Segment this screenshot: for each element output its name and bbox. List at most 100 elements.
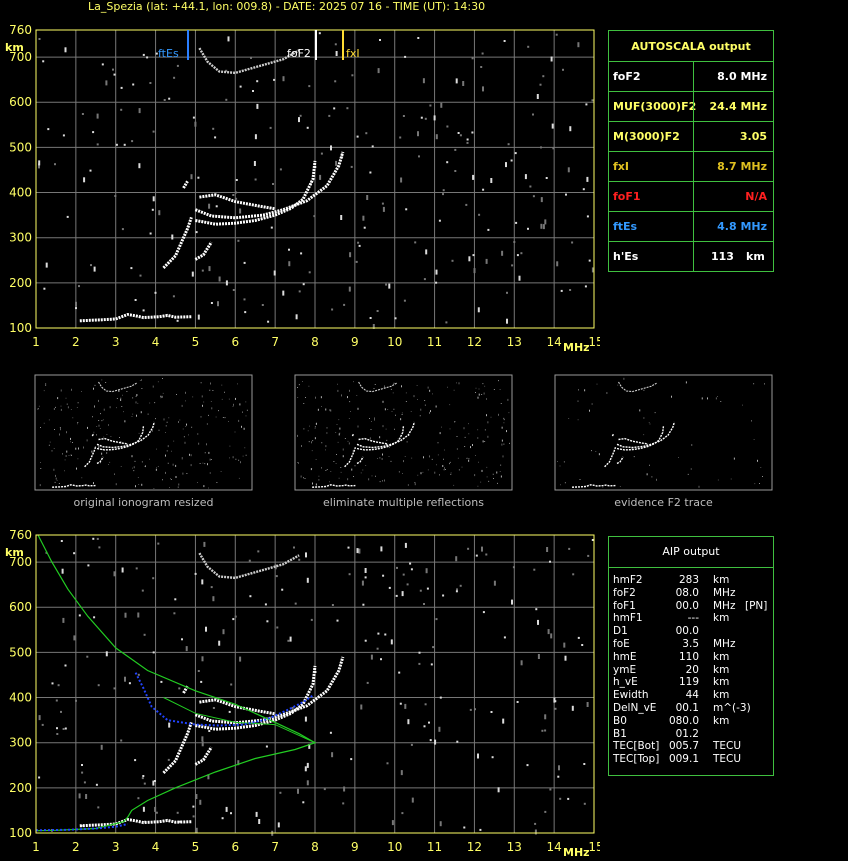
bottom-echo-traces <box>38 537 594 836</box>
autoscala-unit: km <box>746 250 765 263</box>
autoscala-panel: AUTOSCALA output foF2 8.0 MHz MUF(3000)F2 2… <box>608 30 774 272</box>
aip-cell: 00.0 <box>675 625 699 638</box>
thumbnails <box>34 374 773 491</box>
thumbnail-frame <box>554 374 773 491</box>
x-tick-label: 4 <box>152 335 160 349</box>
y-tick-label: 600 <box>9 600 32 614</box>
aip-cell: 005.7 <box>668 740 699 753</box>
aip-cell: MHz <box>713 638 736 650</box>
autoscala-row-m-3000-f2: M(3000)F2 3.05 <box>609 121 773 152</box>
ftEs-label: ftEs <box>158 47 179 60</box>
x-tick-label: 3 <box>112 335 120 349</box>
x-tick-label: 13 <box>507 335 522 349</box>
autoscala-row-ftes: ftEs 4.8 MHz <box>609 211 773 242</box>
x-tick-label: 13 <box>507 840 522 854</box>
autoscala-value: 113 <box>711 250 734 263</box>
autoscala-label: fxI <box>613 160 629 173</box>
profile-curves <box>35 534 317 832</box>
aip-cell: km <box>713 714 730 727</box>
autoscala-value: N/A <box>745 190 767 203</box>
y-axis-ticks: 760700600500400300200100 <box>9 23 32 335</box>
aip-cell: km <box>713 676 730 689</box>
y-tick-label: 760 <box>9 23 32 37</box>
y-tick-label: 600 <box>9 95 32 109</box>
x-tick-label: 11 <box>427 335 442 349</box>
y-tick-label: 400 <box>9 186 32 200</box>
thumbnail-frame <box>34 374 253 491</box>
y-tick-label: 760 <box>9 528 32 542</box>
aip-cell: km <box>713 574 730 586</box>
aip-cell: km <box>713 663 730 676</box>
autoscala-label: foF2 <box>613 70 641 83</box>
x-tick-label: 8 <box>311 840 319 854</box>
x-axis-ticks: 1 2 3 4 5 6 7 8 9 10 11 12 13 14 15 <box>32 335 600 349</box>
x-tick-label: 10 <box>387 335 402 349</box>
autoscala-row-fxi: fxI 8.7 MHz <box>609 151 773 182</box>
x-tick-label: 7 <box>271 840 279 854</box>
fxI-label: fxI <box>346 47 360 60</box>
x-tick-label: 2 <box>72 840 80 854</box>
autoscala-label: ftEs <box>613 220 638 233</box>
x-tick-label: 12 <box>467 335 482 349</box>
y-tick-label: 100 <box>9 321 32 335</box>
aip-cell: --- <box>687 612 699 625</box>
autoscala-row-h-es: h'Es 113 km <box>609 241 773 272</box>
y-unit-label-bottom: km <box>5 546 24 559</box>
autoscala-label: foF1 <box>613 190 641 203</box>
aip-cell: km <box>713 650 730 663</box>
aip-cell: 119 <box>678 676 699 689</box>
x-tick-label: 1 <box>32 840 40 854</box>
x-tick-label: 4 <box>152 840 160 854</box>
autoscala-value: 8.0 MHz <box>717 70 767 83</box>
aip-title: AIP output <box>609 537 773 568</box>
autoscala-label: MUF(3000)F2 <box>613 100 697 113</box>
top-echo-traces <box>38 32 594 329</box>
x-tick-label: 1 <box>32 335 40 349</box>
thumbnail-frame <box>294 374 513 491</box>
x-tick-label: 9 <box>351 335 359 349</box>
y-unit-label: km <box>5 41 24 54</box>
x-tick-label: 7 <box>271 335 279 349</box>
aip-cell: 00.0 <box>675 599 699 612</box>
aip-cell: km <box>713 689 730 702</box>
x-axis-ticks-bottom: 1 2 3 4 5 6 7 8 9 10 11 12 13 14 15 <box>32 840 600 854</box>
aip-cell: km <box>713 612 730 625</box>
aip-cell: 08.0 <box>675 586 699 599</box>
x-tick-label: 15 <box>588 840 600 854</box>
x-tick-label: 9 <box>351 840 359 854</box>
x-tick-label: 14 <box>547 335 562 349</box>
x-tick-label: 14 <box>547 840 562 854</box>
aip-cell: 080.0 <box>668 714 699 727</box>
y-tick-label: 200 <box>9 276 32 290</box>
aip-cell: 283 <box>678 574 699 586</box>
aip-cell: MHz <box>713 586 736 599</box>
y-tick-label: 500 <box>9 645 32 659</box>
autoscala-title: AUTOSCALA output <box>631 40 751 53</box>
aip-cell: 009.1 <box>668 753 699 766</box>
x-tick-label: 6 <box>231 840 239 854</box>
aip-cell: 110 <box>678 650 699 663</box>
x-tick-label: 11 <box>427 840 442 854</box>
aip-cell: TECU <box>713 753 742 766</box>
aip-cell: MHz <box>713 599 736 612</box>
foF2-label: foF2 <box>287 47 311 60</box>
x-tick-label: 12 <box>467 840 482 854</box>
aip-cell: 20 <box>685 663 699 676</box>
autoscala-value: 24.4 MHz <box>709 100 767 113</box>
x-tick-label: 5 <box>192 840 200 854</box>
x-tick-label: 6 <box>231 335 239 349</box>
x-unit-label: MHz <box>563 341 590 354</box>
top-ionogram: ftEs foF2 fxI 760700600500400300200100 1… <box>5 23 600 354</box>
aip-cell: m^(-3) <box>713 702 751 714</box>
aip-panel: AIP output hmF2 283 km foF2 08.0 MHz foF1 00.0 M… <box>608 536 774 776</box>
bottom-ionogram: 760700600500400300200100 1 2 3 4 5 6 7 8 9 10 11 12… <box>5 528 600 859</box>
autoscala-row-fof1: foF1 N/A <box>609 181 773 212</box>
x-tick-label: 10 <box>387 840 402 854</box>
x-tick-label: 3 <box>112 840 120 854</box>
autoscala-label: h'Es <box>613 250 639 263</box>
autoscala-value: 4.8 MHz <box>717 220 767 233</box>
x-tick-label: 8 <box>311 335 319 349</box>
x-tick-label: 2 <box>72 335 80 349</box>
aip-cell: 3.5 <box>682 638 699 650</box>
y-tick-label: 400 <box>9 691 32 705</box>
